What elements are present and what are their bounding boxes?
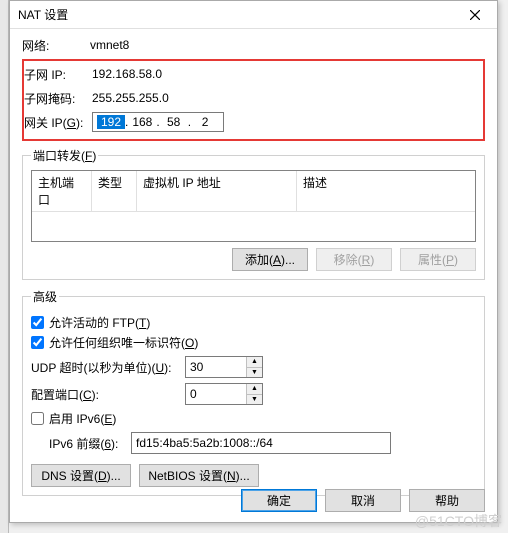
netbios-settings-button[interactable]: NetBIOS 设置(N)... [139,464,259,487]
port-forward-legend: 端口转发(F) [31,147,98,164]
orgid-checkbox[interactable] [31,336,44,349]
cfg-port-label: 配置端口(C): [31,386,181,403]
nat-settings-dialog: NAT 设置 网络: vmnet8 子网 IP: 192.168.58.0 子网… [9,0,498,523]
ftp-checkbox[interactable] [31,316,44,329]
add-button[interactable]: 添加(A)... [232,248,308,271]
spin-down-icon[interactable]: ▼ [247,395,262,405]
advanced-legend: 高级 [31,288,59,305]
subnet-ip-label: 子网 IP: [24,66,92,83]
dialog-title: NAT 设置 [18,6,452,23]
col-host-port[interactable]: 主机端口 [32,171,92,211]
gateway-ip-input[interactable]: 192. 168. 58. 2 [92,112,224,132]
orgid-label: 允许任何组织唯一标识符(O) [49,334,198,351]
port-forward-table[interactable]: 主机端口 类型 虚拟机 IP 地址 描述 [31,170,476,242]
ipv6-prefix-input[interactable] [131,432,391,454]
help-button[interactable]: 帮助 [409,489,485,512]
network-label: 网络: [22,37,90,54]
subnet-mask-label: 子网掩码: [24,90,92,107]
col-type[interactable]: 类型 [92,171,137,211]
highlight-region: 子网 IP: 192.168.58.0 子网掩码: 255.255.255.0 … [22,59,485,141]
close-button[interactable] [452,1,497,29]
col-vm-ip[interactable]: 虚拟机 IP 地址 [137,171,297,211]
gateway-seg3[interactable]: 58 [160,115,188,129]
orgid-checkbox-row[interactable]: 允许任何组织唯一标识符(O) [31,334,476,351]
ipv6-checkbox-row[interactable]: 启用 IPv6(E) [31,410,476,427]
spin-up-icon[interactable]: ▲ [247,384,262,395]
titlebar[interactable]: NAT 设置 [10,1,497,29]
ipv6-label: 启用 IPv6(E) [49,410,116,427]
network-value: vmnet8 [90,38,129,52]
ipv6-checkbox[interactable] [31,412,44,425]
properties-button: 属性(P) [400,248,476,271]
spin-down-icon[interactable]: ▼ [247,368,262,378]
ftp-label: 允许活动的 FTP(T) [49,314,150,331]
cancel-button[interactable]: 取消 [325,489,401,512]
udp-timeout-input[interactable] [186,357,246,377]
udp-timeout-spinner[interactable]: ▲▼ [185,356,263,378]
subnet-mask-value: 255.255.255.0 [92,91,169,105]
gateway-seg1[interactable]: 192 [97,115,125,129]
remove-button: 移除(R) [316,248,392,271]
port-forward-group: 端口转发(F) 主机端口 类型 虚拟机 IP 地址 描述 添加(A)... 移除… [22,147,485,280]
advanced-group: 高级 允许活动的 FTP(T) 允许任何组织唯一标识符(O) UDP 超时(以秒… [22,288,485,496]
gateway-seg2[interactable]: 168 [128,115,156,129]
udp-timeout-label: UDP 超时(以秒为单位)(U): [31,359,181,376]
ftp-checkbox-row[interactable]: 允许活动的 FTP(T) [31,314,476,331]
ipv6-prefix-label: IPv6 前缀(6): [49,435,127,452]
subnet-ip-value: 192.168.58.0 [92,67,162,81]
col-desc[interactable]: 描述 [297,171,475,211]
spin-up-icon[interactable]: ▲ [247,357,262,368]
cfg-port-spinner[interactable]: ▲▼ [185,383,263,405]
gateway-label: 网关 IP(G): [24,114,92,131]
cfg-port-input[interactable] [186,384,246,404]
gateway-seg4[interactable]: 2 [191,115,219,129]
dns-settings-button[interactable]: DNS 设置(D)... [31,464,131,487]
ok-button[interactable]: 确定 [241,489,317,512]
